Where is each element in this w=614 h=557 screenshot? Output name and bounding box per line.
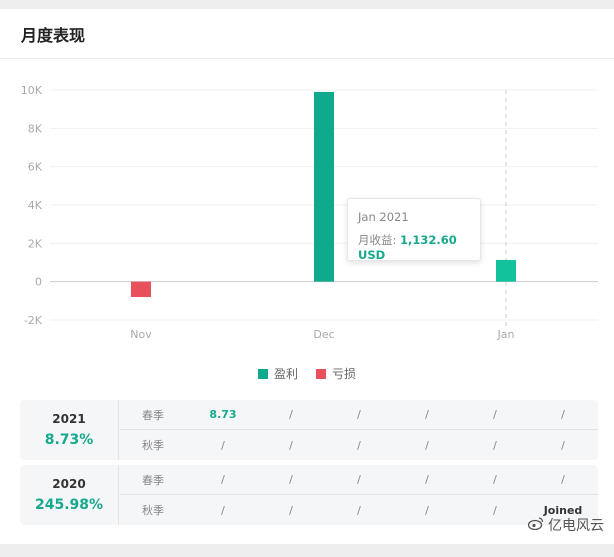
bar-jan (496, 259, 516, 282)
season-cell: / (425, 503, 429, 517)
season-cell: / (289, 438, 293, 452)
y-tick-label: -2K (24, 314, 43, 327)
y-tick-label: 0 (35, 276, 42, 289)
year-summary: 2020 245.98% (20, 465, 119, 525)
season-cell: / (221, 473, 225, 486)
season-cell: / (561, 473, 565, 486)
y-tick-label: 2K (28, 237, 43, 250)
year-label: 2021 (52, 412, 86, 426)
bar-nov (131, 281, 151, 297)
season-row: 春季 / / / / / / (120, 465, 598, 495)
season-cell: / (561, 438, 565, 452)
season-cell: / (493, 473, 497, 486)
chart-legend: 盈利 亏损 (0, 365, 614, 382)
bar-chart: 10K 8K 6K 4K 2K 0 -2K Nov Dec Jan (21, 84, 598, 341)
season-label: 秋季 (142, 439, 164, 452)
season-cell: / (425, 438, 429, 452)
legend-label-profit: 盈利 (273, 367, 298, 381)
y-tick-label: 8K (28, 122, 43, 135)
tooltip-row: 月收益: 1,132.60 USD (358, 232, 480, 262)
tooltip-title: Jan 2021 (358, 210, 409, 224)
y-tick-label: 10K (21, 84, 43, 97)
legend-swatch-profit (257, 368, 268, 379)
weibo-icon (527, 516, 544, 534)
season-cell: / (561, 408, 565, 421)
season-row: 秋季 / / / / / Joined (120, 495, 598, 525)
season-cell: / (493, 408, 497, 421)
x-tick-label: Dec (313, 328, 334, 341)
season-cell: / (357, 408, 361, 421)
season-label: 春季 (142, 408, 164, 422)
y-tick-label: 6K (28, 161, 43, 174)
legend-item-profit[interactable]: 盈利 (257, 365, 298, 382)
year-block-2021: 2021 8.73% 春季 8.73 / / / / / 秋季 / / / / … (20, 400, 598, 460)
season-cell: / (357, 438, 361, 452)
season-label: 秋季 (142, 504, 164, 517)
season-cell: / (493, 503, 497, 517)
season-row: 春季 8.73 / / / / / (120, 400, 598, 430)
monthly-performance-card: 月度表现 10K 8K 6K 4K 2K 0 -2K Nov Dec Jan Jan 2021 月… (0, 9, 614, 544)
season-label: 春季 (142, 473, 164, 487)
season-cell: / (493, 438, 497, 452)
season-cell: 8.73 (209, 408, 237, 421)
season-cell: / (289, 408, 293, 421)
year-label: 2020 (52, 477, 86, 491)
season-cell: / (289, 503, 293, 517)
season-cell: / (289, 473, 293, 486)
season-cell: / (425, 408, 429, 421)
watermark: 亿电风云 (527, 515, 604, 535)
season-cell: / (357, 473, 361, 486)
x-tick-label: Jan (497, 328, 515, 341)
bar-dec (314, 91, 334, 282)
legend-swatch-loss (316, 368, 326, 379)
legend-label-loss: 亏损 (332, 367, 357, 381)
x-tick-label: Nov (130, 328, 152, 341)
season-row: 秋季 / / / / / / (120, 430, 598, 460)
season-cell: / (221, 503, 225, 517)
chart-tooltip: Jan 2021 月收益: 1,132.60 USD (347, 198, 481, 262)
year-return: 8.73% (44, 432, 94, 448)
tooltip-label: 月收益: (358, 233, 397, 247)
season-cell: / (425, 473, 429, 486)
year-return: 245.98% (34, 497, 104, 513)
watermark-text: 亿电风云 (548, 518, 604, 534)
y-tick-label: 4K (28, 199, 43, 212)
year-summary: 2021 8.73% (20, 400, 119, 460)
year-block-2020: 2020 245.98% 春季 / / / / / / 秋季 / / / / /… (20, 465, 598, 525)
legend-item-loss[interactable]: 亏损 (316, 365, 356, 382)
season-cell: / (221, 438, 225, 452)
season-cell: / (357, 503, 361, 517)
